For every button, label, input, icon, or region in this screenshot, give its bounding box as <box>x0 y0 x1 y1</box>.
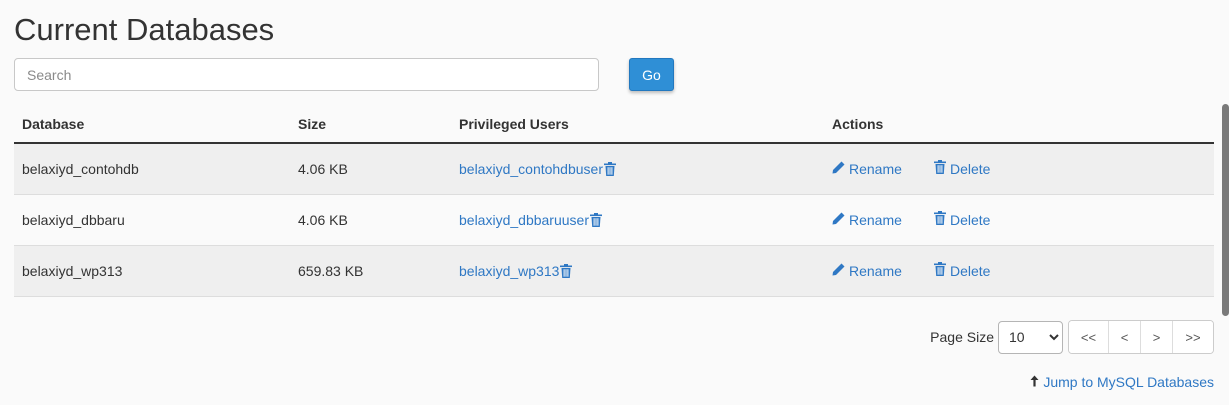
pencil-icon <box>832 195 845 245</box>
delete-action[interactable]: Delete <box>934 195 990 245</box>
scrollbar[interactable] <box>1222 104 1229 316</box>
delete-label: Delete <box>950 263 991 279</box>
privileged-user-link[interactable]: belaxiyd_dbbaruuser <box>459 212 589 228</box>
column-header-database[interactable]: Database <box>22 104 84 144</box>
rename-label: Rename <box>849 161 902 177</box>
jump-link-label: Jump to MySQL Databases <box>1043 374 1214 390</box>
column-header-size[interactable]: Size <box>298 104 326 144</box>
pencil-icon <box>832 144 845 194</box>
next-page-button[interactable]: > <box>1141 321 1173 353</box>
privileged-user: belaxiyd_wp313 <box>459 246 573 298</box>
database-size: 4.06 KB <box>298 161 348 177</box>
privileged-user-link[interactable]: belaxiyd_contohdbuser <box>459 161 603 177</box>
rename-label: Rename <box>849 263 902 279</box>
delete-action[interactable]: Delete <box>934 246 990 296</box>
privileged-user-link[interactable]: belaxiyd_wp313 <box>459 263 559 279</box>
delete-label: Delete <box>950 212 991 228</box>
database-name: belaxiyd_wp313 <box>22 263 123 279</box>
databases-table: Database Size Privileged Users Actions b… <box>14 104 1214 297</box>
arrow-up-icon <box>1030 374 1039 390</box>
database-name: belaxiyd_contohdb <box>22 161 139 177</box>
table-row: belaxiyd_wp313 659.83 KB belaxiyd_wp313 … <box>14 246 1214 297</box>
go-button[interactable]: Go <box>629 58 674 91</box>
privileged-user: belaxiyd_dbbaruuser <box>459 195 602 247</box>
pager-buttons: << < > >> <box>1068 320 1214 354</box>
trash-icon <box>934 246 946 296</box>
rename-action[interactable]: Rename <box>832 246 902 296</box>
previous-page-button[interactable]: < <box>1109 321 1141 353</box>
table-row: belaxiyd_contohdb 4.06 KB belaxiyd_conto… <box>14 144 1214 195</box>
delete-action[interactable]: Delete <box>934 144 990 194</box>
rename-action[interactable]: Rename <box>832 195 902 245</box>
privileged-user: belaxiyd_contohdbuser <box>459 144 616 196</box>
table-row: belaxiyd_dbbaru 4.06 KB belaxiyd_dbbaruu… <box>14 195 1214 246</box>
page-size-select[interactable]: 10 <box>998 320 1063 354</box>
search-input[interactable] <box>14 58 599 91</box>
column-header-actions: Actions <box>832 116 884 132</box>
trash-icon[interactable] <box>604 146 616 196</box>
current-databases-page: Current Databases Go Database Size Privi… <box>0 0 1229 405</box>
trash-icon <box>934 195 946 245</box>
rename-label: Rename <box>849 212 902 228</box>
database-size: 659.83 KB <box>298 263 364 279</box>
page-size-label: Page Size <box>930 329 994 345</box>
column-header-privileged-users: Privileged Users <box>459 116 569 132</box>
database-size: 4.06 KB <box>298 212 348 228</box>
jump-to-mysql-databases-link[interactable]: Jump to MySQL Databases <box>1030 374 1214 390</box>
last-page-button[interactable]: >> <box>1173 321 1213 353</box>
table-header: Database Size Privileged Users Actions <box>14 104 1214 144</box>
pencil-icon <box>832 246 845 296</box>
trash-icon[interactable] <box>560 248 573 298</box>
database-name: belaxiyd_dbbaru <box>22 212 125 228</box>
page-title: Current Databases <box>14 12 275 47</box>
delete-label: Delete <box>950 161 991 177</box>
first-page-button[interactable]: << <box>1069 321 1109 353</box>
rename-action[interactable]: Rename <box>832 144 902 194</box>
trash-icon <box>934 144 946 194</box>
trash-icon[interactable] <box>589 197 602 247</box>
pagination: Page Size 10 << < > >> <box>930 320 1214 354</box>
